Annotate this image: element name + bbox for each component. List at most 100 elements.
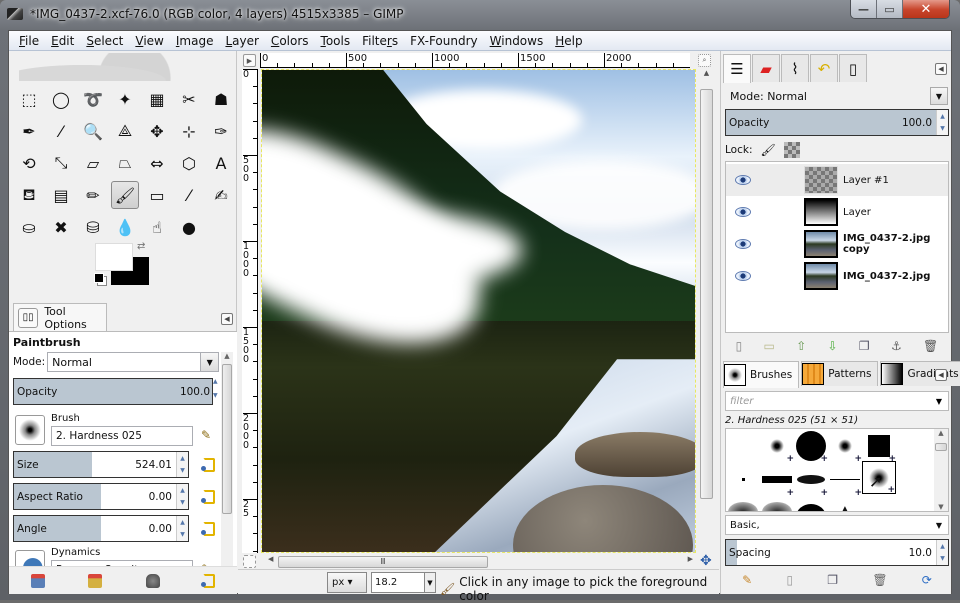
menu-image[interactable]: Image	[170, 34, 220, 48]
heal-tool-icon[interactable]: ✖	[47, 213, 75, 241]
minimize-button[interactable]: —	[851, 0, 877, 18]
lock-alpha-icon[interactable]	[783, 142, 800, 158]
brush-item[interactable]	[794, 495, 828, 511]
unit-select[interactable]: px ▾	[327, 572, 367, 593]
fuzzy-select-tool-icon[interactable]: ✦	[111, 85, 139, 113]
brush-item[interactable]	[726, 463, 760, 496]
lower-layer-icon[interactable]: ⇩	[828, 339, 838, 353]
close-button[interactable]: ✕	[903, 0, 949, 18]
reset-angle-icon[interactable]	[201, 522, 215, 536]
new-layer-group-icon[interactable]: ▭	[764, 339, 775, 353]
cage-transform-tool-icon[interactable]: ⬡	[175, 149, 203, 177]
brushes-panel-menu-button[interactable]: ◀	[935, 369, 947, 381]
scroll-up-icon[interactable]: ▲	[221, 352, 233, 360]
menu-select[interactable]: Select	[80, 34, 129, 48]
shear-tool-icon[interactable]: ▱	[79, 149, 107, 177]
size-spinner[interactable]: ▲ ▼	[176, 452, 188, 477]
ellipse-select-tool-icon[interactable]: ◯	[47, 85, 75, 113]
tool-options-scrollbar[interactable]: ▲	[221, 352, 233, 587]
move-tool-icon[interactable]: ✥	[143, 117, 171, 145]
refresh-brushes-icon[interactable]: ⟳	[922, 573, 932, 587]
restore-options-icon[interactable]	[88, 573, 103, 588]
flip-tool-icon[interactable]: ⇔	[143, 149, 171, 177]
perspective-clone-tool-icon[interactable]: ⛁	[79, 213, 107, 241]
brush-item-selected[interactable]: + ➚	[862, 461, 896, 495]
brush-item[interactable]: +	[760, 463, 794, 498]
menu-windows[interactable]: Windows	[484, 34, 550, 48]
anchor-layer-icon[interactable]: ⚓	[891, 339, 902, 353]
free-select-tool-icon[interactable]: ➰	[79, 85, 107, 113]
tab-pointer[interactable]: ▯	[839, 54, 867, 82]
quick-mask-menu-icon[interactable]: ▶	[243, 54, 256, 67]
blur-sharpen-tool-icon[interactable]: 💧	[111, 213, 139, 241]
duplicate-brush-icon[interactable]: ❐	[827, 573, 838, 587]
measure-tool-icon[interactable]: ⟁	[111, 117, 139, 145]
menu-fx-foundry[interactable]: FX-Foundry	[404, 34, 484, 48]
brush-name-field[interactable]: 2. Hardness 025	[51, 426, 193, 446]
brush-preview[interactable]	[15, 415, 45, 445]
horizontal-ruler[interactable]: 0 500 1000 1500 2000	[260, 53, 690, 68]
navigate-icon[interactable]: ✥	[700, 553, 712, 569]
new-layer-icon[interactable]: ▯	[736, 339, 743, 353]
menu-filters[interactable]: Filters	[356, 34, 404, 48]
tab-patterns[interactable]: Patterns	[801, 361, 879, 386]
opacity-slider[interactable]: Opacity 100.0	[13, 378, 213, 405]
brush-grid-scrollbar[interactable]: ▲ ▼	[934, 429, 948, 511]
eraser-tool-icon[interactable]: ▭	[143, 181, 171, 209]
brush-filter-input[interactable]: filter ▼	[725, 391, 949, 411]
menu-file[interactable]: File	[13, 34, 45, 48]
aspect-ratio-spinner[interactable]: ▲ ▼	[176, 484, 188, 509]
rect-select-tool-icon[interactable]: ⬚	[15, 85, 43, 113]
menu-tools[interactable]: Tools	[315, 34, 357, 48]
scroll-left-icon[interactable]: ◀	[268, 555, 273, 563]
reset-size-icon[interactable]	[201, 458, 215, 472]
canvas-vertical-scrollbar[interactable]: ▲	[699, 69, 714, 553]
tab-channels[interactable]: ▰	[752, 54, 780, 82]
vertical-ruler[interactable]: 0 500 1000 1500 2000 25	[242, 69, 258, 553]
brush-item[interactable]: +	[828, 463, 862, 498]
canvas-vscroll-thumb[interactable]	[700, 89, 713, 499]
brush-item[interactable]	[760, 495, 794, 511]
layer-opacity-spinner[interactable]: ▲ ▼	[936, 110, 948, 135]
reset-options-icon[interactable]	[201, 573, 216, 588]
size-slider[interactable]: Size 524.01 ▲ ▼	[13, 451, 189, 478]
smudge-tool-icon[interactable]: ☝	[143, 213, 171, 241]
brush-item[interactable]: +	[828, 429, 862, 464]
menu-help[interactable]: Help	[549, 34, 588, 48]
perspective-tool-icon[interactable]: ⏢	[111, 149, 139, 177]
angle-slider[interactable]: Angle 0.00 ▲ ▼	[13, 515, 189, 542]
paths-tool-icon[interactable]: ✒	[15, 117, 43, 145]
scroll-right-icon[interactable]: ▶	[688, 555, 693, 563]
menu-view[interactable]: View	[129, 34, 169, 48]
rotate-tool-icon[interactable]: ⟲	[15, 149, 43, 177]
zoom-to-fit-icon[interactable]: ⌕	[698, 54, 711, 67]
brush-spacing-slider[interactable]: Spacing 10.0 ▲ ▼	[725, 539, 949, 566]
bucket-fill-tool-icon[interactable]: ⛾	[15, 181, 43, 209]
layer-row[interactable]: IMG_0437-2.jpg copy	[726, 228, 948, 260]
zoom-dropdown-icon[interactable]: ▼	[424, 572, 436, 593]
spacing-spinner[interactable]: ▲ ▼	[936, 540, 948, 565]
tab-brushes[interactable]: Brushes	[723, 361, 800, 388]
layer-row[interactable]: Layer	[726, 196, 948, 228]
scroll-up-icon[interactable]: ▲	[699, 69, 714, 77]
color-picker-tool-icon[interactable]: ⁄	[47, 117, 75, 145]
delete-brush-icon[interactable]: 🗑	[872, 573, 887, 587]
brush-tag-select[interactable]: Basic, ▼	[725, 515, 949, 535]
scroll-up-icon[interactable]: ▲	[934, 429, 948, 437]
edit-brush-icon[interactable]: ✎	[742, 573, 752, 587]
reset-aspect-ratio-icon[interactable]	[201, 490, 215, 504]
save-options-icon[interactable]	[30, 573, 45, 588]
toggle-quickmask-icon[interactable]	[243, 555, 256, 568]
brush-grid-scroll-thumb[interactable]	[935, 443, 947, 451]
zoom-tool-icon[interactable]: 🔍	[79, 117, 107, 145]
visibility-eye-icon[interactable]	[735, 207, 751, 217]
panel-menu-button[interactable]: ◀	[221, 313, 233, 325]
airbrush-tool-icon[interactable]: ⁄	[175, 181, 203, 209]
blend-tool-icon[interactable]: ▤	[47, 181, 75, 209]
align-tool-icon[interactable]: ⊹	[175, 117, 203, 145]
layer-row[interactable]: IMG_0437-2.jpg	[726, 260, 948, 292]
visibility-eye-icon[interactable]	[735, 239, 751, 249]
new-brush-icon[interactable]: ▯	[786, 573, 793, 587]
menu-colors[interactable]: Colors	[265, 34, 315, 48]
tab-undo-history[interactable]: ↶	[810, 54, 838, 82]
